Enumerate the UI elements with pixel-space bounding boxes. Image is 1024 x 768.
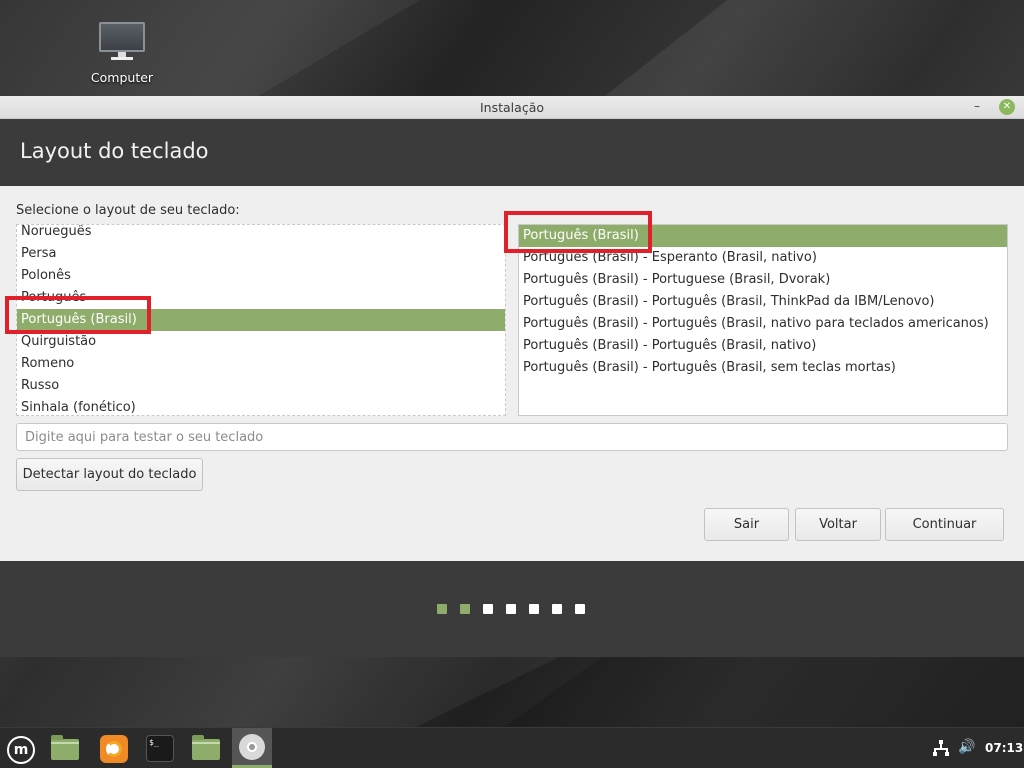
firefox-icon bbox=[100, 735, 128, 763]
show-desktop-button[interactable] bbox=[48, 732, 82, 766]
terminal-launcher[interactable]: $_ bbox=[143, 732, 177, 766]
variant-list-item[interactable]: Português (Brasil) - Português (Brasil, … bbox=[519, 335, 1007, 357]
mint-menu-icon: m bbox=[7, 736, 35, 764]
progress-indicator bbox=[437, 604, 585, 614]
installer-task-button[interactable] bbox=[232, 728, 272, 768]
folder-icon bbox=[51, 735, 79, 760]
language-list-item[interactable]: Quirguistão bbox=[17, 331, 505, 353]
network-icon[interactable] bbox=[933, 740, 949, 756]
progress-step-done bbox=[460, 604, 470, 614]
folder-icon bbox=[192, 735, 220, 760]
annotation-highlight-language bbox=[5, 296, 151, 334]
language-list-item[interactable]: Sinhala (fonético) bbox=[17, 397, 505, 415]
language-list-item[interactable]: Romeno bbox=[17, 353, 505, 375]
back-button[interactable]: Voltar bbox=[795, 508, 881, 541]
page-title: Layout do teclado bbox=[20, 139, 209, 163]
computer-icon bbox=[99, 22, 145, 60]
taskbar: m $_ 🔊 07:13 bbox=[0, 727, 1024, 768]
detect-layout-button[interactable]: Detectar layout do teclado bbox=[16, 458, 203, 491]
wallpaper-facet bbox=[0, 0, 420, 100]
window-titlebar[interactable]: Instalação – ✕ bbox=[0, 96, 1024, 119]
progress-step-done bbox=[437, 604, 447, 614]
progress-footer bbox=[0, 561, 1024, 657]
clock[interactable]: 07:13 bbox=[985, 741, 1023, 755]
progress-step-pending bbox=[529, 604, 539, 614]
progress-step-pending bbox=[483, 604, 493, 614]
variant-list-item[interactable]: Português (Brasil) - Português (Brasil, … bbox=[519, 313, 1007, 335]
progress-step-pending bbox=[575, 604, 585, 614]
desktop-icon-label: Computer bbox=[90, 70, 154, 85]
language-list-item[interactable]: Persa bbox=[17, 243, 505, 265]
progress-step-pending bbox=[506, 604, 516, 614]
terminal-icon: $_ bbox=[146, 735, 174, 762]
installer-window: Instalação – ✕ Layout do teclado Selecio… bbox=[0, 96, 1024, 657]
progress-step-pending bbox=[552, 604, 562, 614]
variant-list-item[interactable]: Português (Brasil) - Português (Brasil, … bbox=[519, 357, 1007, 379]
language-list-item[interactable]: Polonês bbox=[17, 265, 505, 287]
variant-list-item[interactable]: Português (Brasil) - Português (Brasil, … bbox=[519, 291, 1007, 313]
menu-button[interactable]: m bbox=[3, 732, 37, 766]
keyboard-test-input[interactable] bbox=[16, 423, 1008, 451]
desktop-computer-shortcut[interactable]: Computer bbox=[82, 22, 162, 85]
minimize-button[interactable]: – bbox=[969, 99, 985, 115]
annotation-highlight-variant bbox=[504, 211, 652, 253]
language-list-item[interactable]: Russo bbox=[17, 375, 505, 397]
firefox-launcher[interactable] bbox=[97, 732, 131, 766]
quit-button[interactable]: Sair bbox=[704, 508, 789, 541]
volume-icon[interactable]: 🔊 bbox=[958, 739, 975, 768]
continue-button[interactable]: Continuar bbox=[885, 508, 1004, 541]
files-launcher[interactable] bbox=[189, 732, 223, 766]
language-list-item[interactable]: Norueguês bbox=[17, 225, 505, 243]
wallpaper-facet bbox=[600, 0, 1024, 100]
wallpaper-facet bbox=[500, 655, 1024, 730]
variant-list-item[interactable]: Português (Brasil) - Portuguese (Brasil,… bbox=[519, 269, 1007, 291]
close-button[interactable]: ✕ bbox=[999, 99, 1015, 115]
layout-prompt-label: Selecione o layout de seu teclado: bbox=[16, 203, 240, 218]
disc-icon bbox=[239, 734, 265, 760]
page-header: Layout do teclado bbox=[0, 119, 1024, 186]
window-title: Instalação bbox=[480, 100, 544, 115]
